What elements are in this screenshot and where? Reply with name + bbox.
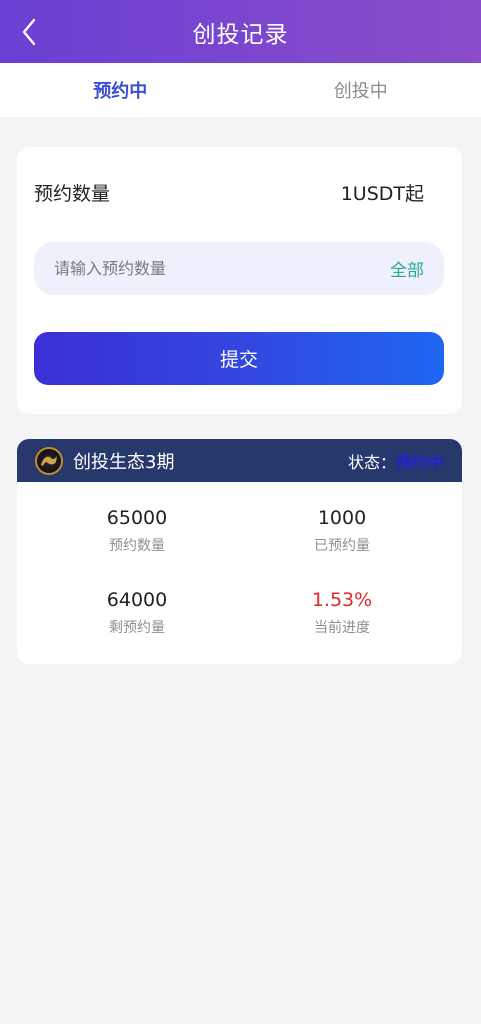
submit-button[interactable]: 提交 xyxy=(34,332,444,385)
stat-value: 1.53% xyxy=(311,589,373,611)
amount-input[interactable] xyxy=(54,259,390,278)
stat-remaining: 64000 剩预约量 xyxy=(37,588,237,637)
tab-reserving[interactable]: 预约中 xyxy=(0,63,241,117)
status-value: 预约中 xyxy=(395,452,444,472)
all-amount-button[interactable]: 全部 xyxy=(390,256,424,281)
tab-investing[interactable]: 创投中 xyxy=(241,63,481,117)
stat-total-reserve: 65000 预约数量 xyxy=(37,506,237,555)
minimum-amount-text: 1USDT起 xyxy=(340,183,424,205)
stat-label: 当前进度 xyxy=(314,620,370,636)
chevron-left-icon xyxy=(22,18,36,46)
stat-label: 预约数量 xyxy=(109,538,165,554)
reserve-card: 预约数量 1USDT起 全部 提交 xyxy=(17,147,462,414)
top-bar: 创投记录 xyxy=(0,0,481,63)
stat-label: 已预约量 xyxy=(314,538,370,554)
reserve-amount-label: 预约数量 xyxy=(34,183,111,205)
amount-input-wrapper: 全部 xyxy=(34,242,444,295)
project-logo-icon xyxy=(35,446,63,475)
status-label: 状态： xyxy=(347,452,396,472)
project-header: 创投生态3期 状态： 预约中 xyxy=(17,439,462,482)
back-button[interactable] xyxy=(14,16,44,48)
project-name: 创投生态3期 xyxy=(73,451,175,473)
reserve-amount-row: 预约数量 1USDT起 xyxy=(34,179,424,206)
stat-value: 1000 xyxy=(317,507,367,529)
project-card: 创投生态3期 状态： 预约中 65000 预约数量 1000 已预约量 6400… xyxy=(17,439,462,664)
logo-mark-icon xyxy=(41,455,57,466)
stat-value: 64000 xyxy=(106,589,168,611)
stat-label: 剩预约量 xyxy=(109,620,165,636)
stat-progress: 1.53% 当前进度 xyxy=(242,588,442,637)
stat-value: 65000 xyxy=(106,507,168,529)
stat-reserved: 1000 已预约量 xyxy=(242,506,442,555)
tab-bar: 预约中 创投中 xyxy=(0,63,481,117)
page-title: 创投记录 xyxy=(192,21,289,48)
